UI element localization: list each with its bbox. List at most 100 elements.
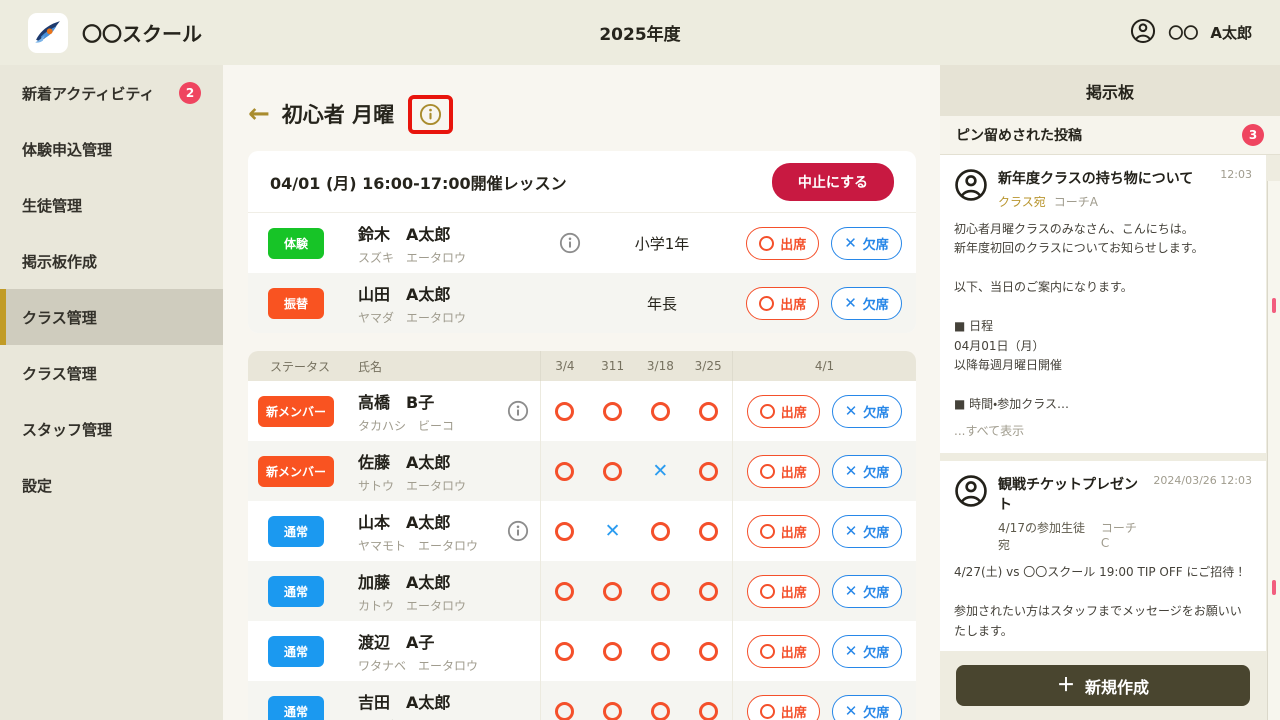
- sidebar-item[interactable]: クラス管理: [0, 345, 223, 401]
- attend-button[interactable]: 出席: [747, 695, 820, 720]
- user-name: A太郎: [1210, 22, 1252, 43]
- sidebar-item[interactable]: 新着アクティビティ 2: [0, 65, 223, 121]
- attend-button[interactable]: 出席: [747, 455, 820, 488]
- attend-button[interactable]: 出席: [746, 227, 819, 260]
- name-column-header: 氏名: [344, 358, 496, 375]
- show-all-link[interactable]: ...すべて表示: [954, 422, 1252, 439]
- student-name: 山田 A太郎: [358, 281, 548, 305]
- attendance-mark: [589, 582, 637, 601]
- lesson-rows: 体験 鈴木 A太郎 スズキ エータロウ 小学1年 出席 ✕欠席 振替 山田 A太…: [248, 213, 916, 333]
- status-badge-cell: 通常: [248, 696, 344, 720]
- circle-mark-icon: [555, 582, 574, 601]
- absent-button[interactable]: ✕欠席: [831, 287, 902, 320]
- back-arrow-icon[interactable]: ←: [248, 101, 270, 127]
- attend-label: 出席: [781, 582, 807, 601]
- absent-label: 欠席: [863, 702, 889, 720]
- status-badge-cell: 新メンバー: [248, 456, 344, 487]
- post-author-avatar-icon: [954, 474, 988, 553]
- student-info-icon[interactable]: [559, 232, 581, 254]
- circle-mark-icon: [760, 464, 775, 479]
- circle-mark-icon: [555, 702, 574, 720]
- absent-button[interactable]: ✕欠席: [832, 575, 903, 608]
- sidebar-item[interactable]: スタッフ管理: [0, 401, 223, 457]
- attend-label: 出席: [781, 702, 807, 720]
- circle-mark-icon: [555, 522, 574, 541]
- circle-mark-icon: [603, 462, 622, 481]
- sidebar-item-label: 生徒管理: [22, 195, 82, 216]
- absent-button[interactable]: ✕欠席: [832, 455, 903, 488]
- pinned-count-badge: 3: [1242, 124, 1264, 146]
- student-kana: ヨシダ エータロウ: [358, 717, 496, 720]
- board-footer: ＋ 新規作成: [940, 651, 1266, 720]
- attendance-mark: [684, 582, 732, 601]
- absent-button[interactable]: ✕欠席: [832, 635, 903, 668]
- student-name: 鈴木 A太郎: [358, 221, 548, 245]
- attendance-mark: [637, 642, 685, 661]
- post-title: 観戦チケットプレゼント: [998, 474, 1143, 514]
- sidebar-item[interactable]: 体験申込管理: [0, 121, 223, 177]
- date-column-headers: 3/43113/183/25: [540, 351, 732, 381]
- cross-mark-icon: ✕: [844, 234, 857, 252]
- attendance-mark: [684, 522, 732, 541]
- status-column-header: ステータス: [248, 358, 344, 375]
- attend-button[interactable]: 出席: [747, 395, 820, 428]
- absent-button[interactable]: ✕欠席: [831, 227, 902, 260]
- sidebar-item[interactable]: 設定: [0, 457, 223, 513]
- circle-mark-icon: [760, 704, 775, 719]
- sidebar-item[interactable]: 生徒管理: [0, 177, 223, 233]
- cancel-lesson-button[interactable]: 中止にする: [772, 163, 894, 201]
- date-column-header: 311: [589, 359, 637, 373]
- user-menu[interactable]: 〇〇 A太郎: [1130, 18, 1252, 48]
- user-avatar-icon: [1130, 18, 1156, 48]
- attendance-row: 通常 加藤 A太郎 カトウ エータロウ 出席 ✕欠席: [248, 561, 916, 621]
- student-info-icon[interactable]: [507, 520, 529, 542]
- student-name: 加藤 A太郎: [358, 569, 496, 593]
- student-kana: スズキ エータロウ: [358, 249, 548, 266]
- circle-mark-icon: [760, 524, 775, 539]
- absent-button[interactable]: ✕欠席: [832, 395, 903, 428]
- sidebar-item[interactable]: 掲示板作成: [0, 233, 223, 289]
- attend-button[interactable]: 出席: [747, 635, 820, 668]
- table-header-row: ステータス 氏名 3/43113/183/25 4/1: [248, 351, 916, 381]
- absent-button[interactable]: ✕欠席: [832, 515, 903, 548]
- circle-mark-icon: [759, 296, 774, 311]
- student-kana: タカハシ ビーコ: [358, 417, 496, 434]
- cross-mark-icon: ✕: [652, 460, 668, 482]
- student-grade: 年長: [592, 293, 732, 314]
- attendance-history: [540, 621, 732, 681]
- school-name: 〇〇スクール: [82, 18, 202, 47]
- post-body: 初心者月曜クラスのみなさん、こんにちは。 新年度初回のクラスについてお知らせしま…: [954, 220, 1252, 414]
- status-badge-cell: 通常: [248, 516, 344, 547]
- attendance-mark: [589, 702, 637, 720]
- board-post[interactable]: 新年度クラスの持ち物について クラス宛 コーチA 12:03 初心者月曜クラスの…: [940, 155, 1266, 453]
- status-badge-cell: 通常: [248, 576, 344, 607]
- create-post-button[interactable]: ＋ 新規作成: [956, 665, 1250, 706]
- absent-label: 欠席: [863, 582, 889, 601]
- attend-label: 出席: [781, 522, 807, 541]
- circle-mark-icon: [651, 582, 670, 601]
- absent-label: 欠席: [863, 642, 889, 661]
- table-rows: 新メンバー 高橋 B子 タカハシ ビーコ 出席 ✕欠席 新メンバー 佐藤 A太郎…: [248, 381, 916, 720]
- attendance-row: 通常 山本 A太郎 ヤマモト エータロウ ✕ 出席 ✕欠席: [248, 501, 916, 561]
- pinned-label: ピン留めされた投稿: [956, 125, 1082, 145]
- circle-mark-icon: [651, 642, 670, 661]
- student-info-icon[interactable]: [507, 400, 529, 422]
- brand: 〇〇スクール: [28, 13, 202, 53]
- sidebar-item[interactable]: クラス管理: [0, 289, 223, 345]
- absent-button[interactable]: ✕欠席: [832, 695, 903, 720]
- current-date-column-header: 4/1: [732, 351, 916, 381]
- attend-button[interactable]: 出席: [747, 575, 820, 608]
- circle-mark-icon: [760, 584, 775, 599]
- attend-button[interactable]: 出席: [747, 515, 820, 548]
- class-info-icon[interactable]: [419, 103, 442, 126]
- board-post[interactable]: 観戦チケットプレゼント 4/17の参加生徒宛 コーチC 2024/03/26 1…: [940, 461, 1266, 651]
- status-badge-cell: 振替: [248, 288, 344, 319]
- circle-mark-icon: [555, 462, 574, 481]
- student-name: 高橋 B子: [358, 389, 496, 413]
- attend-button[interactable]: 出席: [746, 287, 819, 320]
- lesson-header: 04/01 (月) 16:00-17:00開催レッスン 中止にする: [248, 151, 916, 213]
- circle-mark-icon: [759, 236, 774, 251]
- attendance-row: 新メンバー 高橋 B子 タカハシ ビーコ 出席 ✕欠席: [248, 381, 916, 441]
- board-scrollbar-track[interactable]: [1267, 181, 1280, 720]
- lesson-student-row: 体験 鈴木 A太郎 スズキ エータロウ 小学1年 出席 ✕欠席: [248, 213, 916, 273]
